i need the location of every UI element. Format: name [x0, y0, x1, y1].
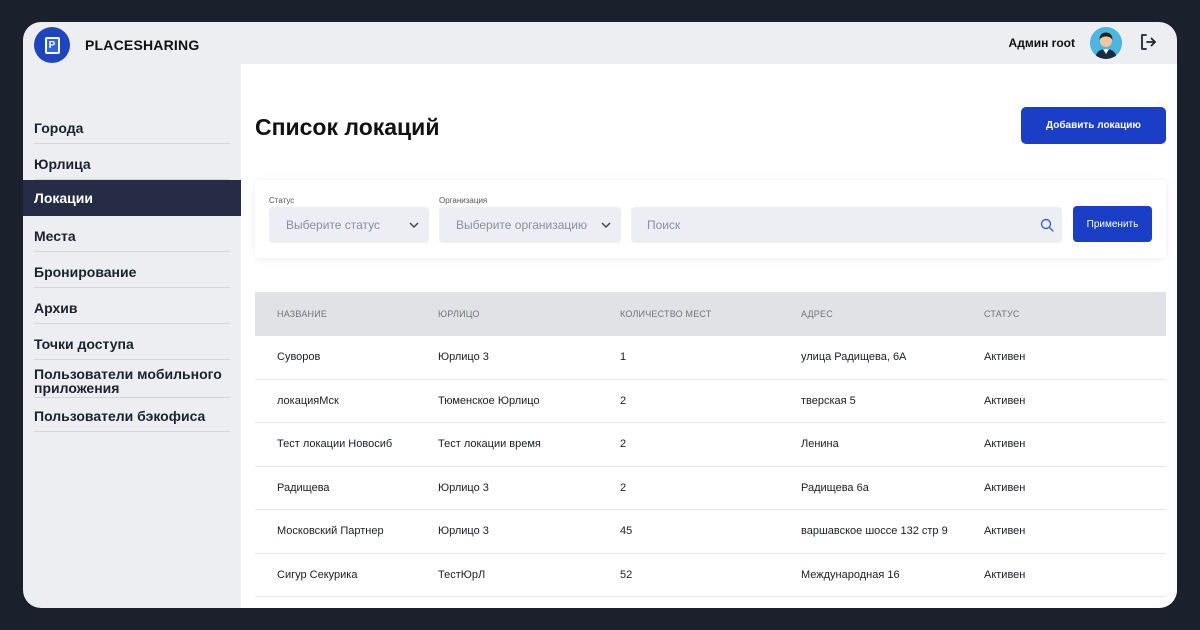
sidebar-item-booking[interactable]: Бронирование [34, 256, 230, 288]
cell-name: Московский Партнер [277, 525, 384, 537]
cell-address: Радищева 6а [801, 481, 869, 494]
brand-name: PLACESHARING [85, 37, 200, 53]
cell-status: Активен [984, 568, 1026, 581]
avatar-icon[interactable] [1090, 27, 1122, 59]
cell-address: тверская 5 [801, 394, 856, 407]
cell-places-count: 52 [620, 568, 633, 581]
cell-places-count: 2 [620, 481, 627, 494]
cell-places-count: 2 [620, 438, 627, 450]
status-filter-label: Статус [269, 196, 295, 205]
app-window: P PLACESHARING Админ root Города Юрлица … [23, 22, 1177, 608]
search-icon[interactable] [1040, 218, 1054, 232]
main-content: Список локаций Добавить локацию Статус В… [241, 64, 1177, 608]
table-row[interactable]: Сигур Секурика ТестЮрЛ 52 Международная … [255, 554, 1166, 597]
status-select-placeholder: Выберите статус [286, 218, 381, 232]
sidebar: Города Юрлица Локации Места Бронирование… [23, 64, 241, 608]
logout-icon[interactable] [1139, 33, 1157, 51]
cell-name: Суворов [277, 351, 321, 363]
table-row[interactable]: Московский Партнер Юрлицо 3 45 варшавско… [255, 510, 1166, 554]
filter-panel: Статус Выберите статус Организация Выбер… [255, 180, 1166, 258]
cell-status: Активен [984, 394, 1026, 407]
table-header: НАЗВАНИЕ ЮРЛИЦО КОЛИЧЕСТВО МЕСТ АДРЕС СТ… [255, 292, 1166, 336]
table-row[interactable]: Суворов Юрлицо 3 1 улица Радищева, 6А Ак… [255, 336, 1166, 380]
parking-sign-icon: P [44, 36, 60, 54]
column-header-address[interactable]: АДРЕС [801, 309, 833, 319]
column-header-name[interactable]: НАЗВАНИЕ [277, 309, 327, 319]
apply-button[interactable]: Применить [1073, 206, 1152, 242]
cell-address: Ленина [801, 438, 839, 450]
column-header-status[interactable]: СТАТУС [984, 309, 1020, 319]
cell-places-count: 2 [620, 394, 627, 407]
page-title: Список локаций [255, 114, 440, 140]
cell-places-count: 45 [620, 525, 633, 537]
search-input[interactable]: Поиск [631, 207, 1062, 243]
chevron-down-icon [601, 222, 611, 229]
chevron-down-icon [409, 222, 419, 229]
cell-legal-entity: ТестЮрЛ [438, 568, 486, 581]
cell-name: локацияМск [277, 394, 339, 407]
cell-status: Активен [984, 351, 1026, 363]
user-name[interactable]: Админ root [1009, 36, 1075, 50]
cell-status: Активен [984, 438, 1026, 450]
locations-table: НАЗВАНИЕ ЮРЛИЦО КОЛИЧЕСТВО МЕСТ АДРЕС СТ… [255, 292, 1166, 597]
cell-legal-entity: Юрлицо 3 [438, 481, 489, 494]
add-location-button[interactable]: Добавить локацию [1021, 107, 1166, 144]
table-row[interactable]: локацияМск Тюменское Юрлицо 2 тверская 5… [255, 380, 1166, 423]
logo[interactable]: P [34, 27, 70, 63]
column-header-places-count[interactable]: КОЛИЧЕСТВО МЕСТ [620, 309, 712, 319]
sidebar-item-places[interactable]: Места [34, 220, 230, 252]
organization-select[interactable]: Выберите организацию [439, 207, 621, 243]
cell-name: Тест локации Новосиб [277, 438, 393, 450]
sidebar-item-mobile-users[interactable]: Пользователи мобильного приложения [34, 364, 230, 398]
organization-filter-label: Организация [439, 196, 488, 205]
cell-status: Активен [984, 481, 1026, 494]
cell-address: улица Радищева, 6А [801, 351, 907, 363]
cell-name: Радищева [277, 481, 330, 494]
sidebar-item-archive[interactable]: Архив [34, 292, 230, 324]
column-header-legal-entity[interactable]: ЮРЛИЦО [438, 309, 480, 319]
cell-name: Сигур Секурика [277, 568, 358, 581]
cell-address: Международная 16 [801, 568, 900, 581]
status-select[interactable]: Выберите статус [269, 207, 429, 243]
cell-legal-entity: Тест локации время [438, 438, 541, 450]
cell-legal-entity: Юрлицо 3 [438, 351, 489, 363]
header: P PLACESHARING Админ root [23, 22, 1177, 64]
organization-select-placeholder: Выберите организацию [456, 218, 588, 232]
sidebar-item-access-points[interactable]: Точки доступа [34, 328, 230, 360]
sidebar-item-locations[interactable]: Локации [23, 180, 241, 216]
cell-legal-entity: Юрлицо 3 [438, 525, 489, 537]
sidebar-item-backoffice-users[interactable]: Пользователи бэкофиса [34, 400, 230, 432]
cell-status: Активен [984, 525, 1026, 537]
cell-address: варшавское шоссе 132 стр 9 [801, 525, 948, 537]
sidebar-item-legal-entities[interactable]: Юрлица [34, 148, 230, 180]
sidebar-item-cities[interactable]: Города [34, 112, 230, 144]
table-row[interactable]: Тест локации Новосиб Тест локации время … [255, 423, 1166, 467]
cell-places-count: 1 [620, 351, 627, 363]
table-row[interactable]: Радищева Юрлицо 3 2 Радищева 6а Активен [255, 467, 1166, 510]
cell-legal-entity: Тюменское Юрлицо [438, 394, 540, 407]
search-placeholder: Поиск [647, 218, 681, 232]
